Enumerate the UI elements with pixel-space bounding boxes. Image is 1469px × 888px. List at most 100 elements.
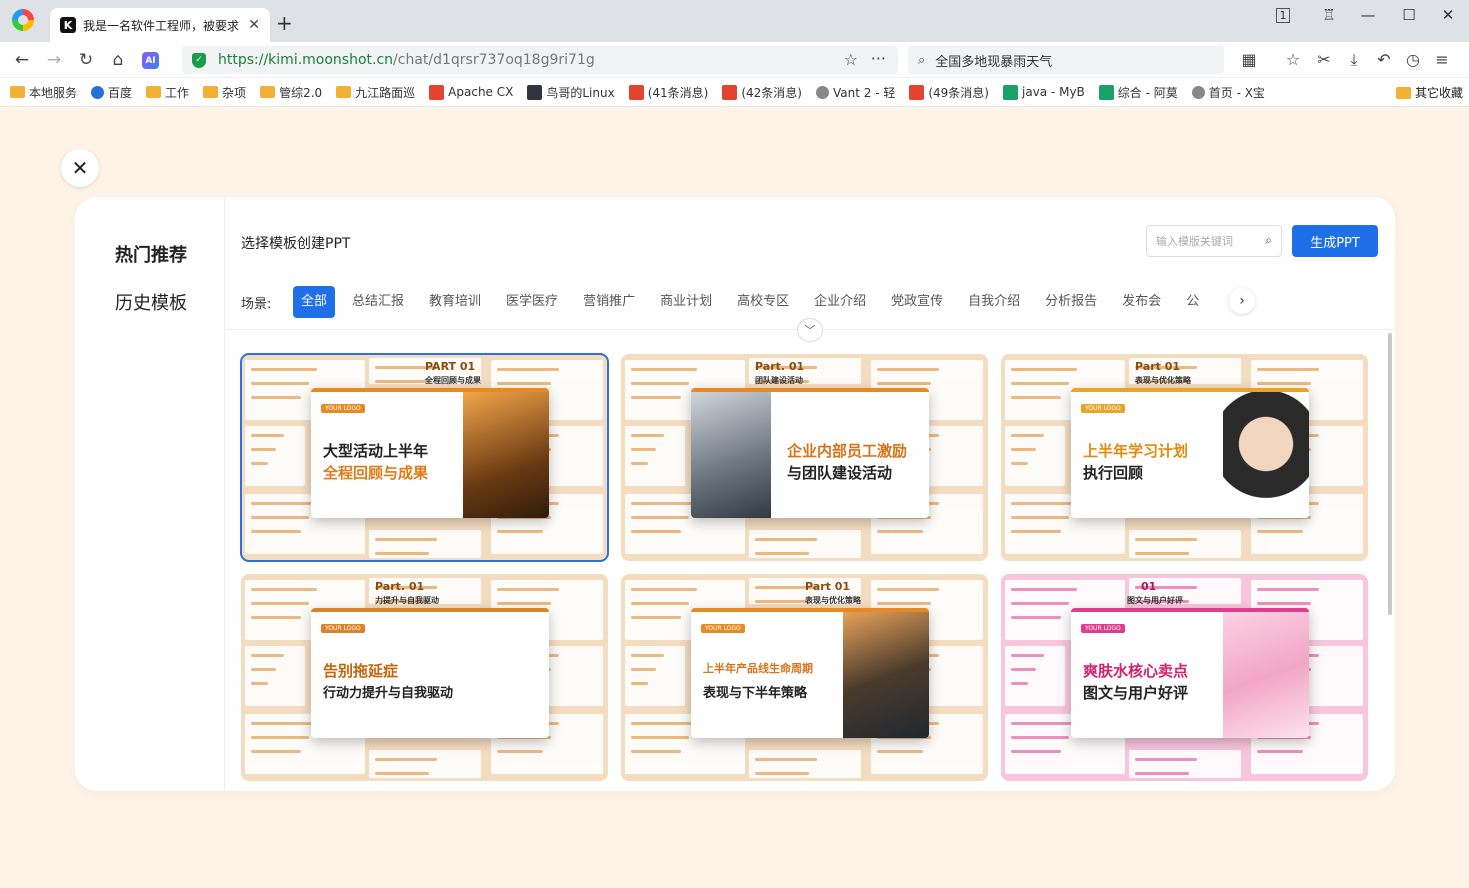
bookmark-item[interactable]: 鸟哥的Linux	[527, 84, 615, 101]
part-number: PART 01	[425, 360, 476, 373]
category-tab[interactable]: 商业计划	[652, 286, 720, 318]
other-bookmarks[interactable]: 其它收藏	[1395, 84, 1463, 101]
template-card[interactable]: Part. 01 力提升与自我驱动 YOUR LOGO 告别拖延症 行动力提升与自我驱动	[241, 574, 608, 781]
maximize-button[interactable]: ☐	[1397, 6, 1421, 24]
keyword-search-input[interactable]	[1156, 234, 1256, 248]
slide-content-bar	[631, 448, 656, 451]
your-logo-badge: YOUR LOGO	[321, 624, 365, 633]
history-icon[interactable]: ◷	[1402, 50, 1424, 69]
secure-shield-icon[interactable]: ✓	[192, 52, 206, 68]
slide-content-bar	[251, 654, 284, 657]
search-box[interactable]: ⌕ 全国多地现暴雨天气	[908, 46, 1224, 74]
folder-icon	[203, 86, 219, 98]
menu-icon[interactable]: ≡	[1431, 50, 1453, 69]
slide-content-bar	[631, 616, 681, 619]
forward-button[interactable]: →	[44, 50, 64, 70]
bookmark-item[interactable]: (49条消息)	[909, 84, 989, 101]
category-tab[interactable]: 党政宣传	[883, 286, 951, 318]
site-favicon-icon	[429, 84, 445, 100]
slide-content-bar	[375, 772, 429, 775]
slide-content-bar	[375, 380, 429, 383]
category-tab[interactable]: 高校专区	[729, 286, 797, 318]
sidebar-item-hot[interactable]: 热门推荐	[115, 241, 187, 267]
bookmark-item[interactable]: 管综2.0	[260, 84, 322, 101]
category-tab[interactable]: 全部	[293, 286, 336, 318]
scissors-icon[interactable]: ✂	[1313, 50, 1335, 69]
slide-content-bar	[251, 750, 301, 753]
background-slide-thumbnail	[749, 530, 861, 558]
bookmark-item[interactable]: java - MyB	[1002, 84, 1085, 100]
url-bar[interactable]: ✓ https://kimi.moonshot.cn/chat/d1qrsr73…	[182, 46, 898, 74]
bookmark-item[interactable]: 本地服务	[10, 84, 77, 101]
bookmark-item[interactable]: 九江路面巡	[336, 84, 415, 101]
template-card[interactable]: 01 图文与用户好评 YOUR LOGO 爽肤水核心卖点 图文与用户好评	[1001, 574, 1368, 781]
background-slide-thumbnail	[245, 426, 305, 486]
bookmark-item[interactable]: (42条消息)	[722, 84, 802, 101]
more-icon[interactable]: ···	[871, 49, 886, 68]
new-tab-button[interactable]: +	[276, 11, 293, 35]
scrollbar[interactable]	[1388, 333, 1392, 615]
slide-content-bar	[1011, 736, 1069, 739]
category-tabs: 全部 总结汇报 教育培训 医学医疗 营销推广 商业计划 高校专区 企业介绍 党政宣传 自我介绍 分析…	[293, 286, 1233, 318]
template-card[interactable]: Part 01 表现与优化策略 YOUR LOGO 上半年学习计划 执行回顾	[1001, 354, 1368, 561]
sidebar-item-history[interactable]: 历史模板	[115, 289, 187, 315]
browser-tab[interactable]: K 我是一名软件工程师，被要求 ✕	[50, 8, 270, 42]
category-tab[interactable]: 分析报告	[1037, 286, 1105, 318]
template-card[interactable]: PART 01 全程回顾与成果 YOUR LOGO 大型活动上半年 全程回顾与成果	[240, 353, 609, 562]
ai-assistant-icon[interactable]: AI	[142, 52, 159, 69]
window-close-button[interactable]: ✕	[1436, 6, 1460, 24]
undo-icon[interactable]: ↶	[1373, 50, 1395, 69]
category-tab[interactable]: 自我介绍	[960, 286, 1028, 318]
search-icon[interactable]: ⌕	[1265, 233, 1272, 248]
slide-content-bar	[497, 750, 543, 753]
cover-title-line1: 企业内部员工激励	[787, 442, 908, 460]
category-tab[interactable]: 企业介绍	[806, 286, 874, 318]
slide-content-bar	[877, 382, 931, 385]
slide-content-bar	[497, 588, 559, 591]
back-button[interactable]: ←	[12, 50, 32, 70]
cover-title-line1: 爽肤水核心卖点	[1083, 662, 1189, 680]
template-card[interactable]: Part 01 表现与优化策略 YOUR LOGO 上半年产品线生命周期 表现与下半年策…	[621, 574, 988, 781]
bookmark-star-icon[interactable]: ☆	[844, 50, 858, 69]
favorites-icon[interactable]: ☆	[1282, 50, 1304, 69]
expand-categories-icon[interactable]: ﹀	[797, 318, 823, 342]
category-tab[interactable]: 发布会	[1114, 286, 1169, 318]
generate-ppt-button[interactable]: 生成PPT	[1292, 225, 1378, 257]
tab-close-icon[interactable]: ✕	[248, 17, 260, 33]
bookmark-item[interactable]: 百度	[91, 84, 132, 101]
browser-logo-icon[interactable]	[12, 9, 34, 31]
bookmarks-bar: 本地服务 百度 工作 杂项 管综2.0 九江路面巡 Apache CX 鸟哥的Linux (41…	[0, 78, 1469, 107]
close-modal-button[interactable]: ✕	[61, 149, 99, 187]
apps-grid-icon[interactable]: ▦	[1238, 50, 1260, 69]
tab-counter[interactable]: 1	[1276, 8, 1290, 23]
bookmark-item[interactable]: 工作	[146, 84, 189, 101]
category-tab[interactable]: 公	[1178, 286, 1207, 318]
bookmark-item[interactable]: 首页 - X宝	[1191, 84, 1265, 101]
part-subtitle: 全程回顾与成果	[425, 376, 481, 385]
category-tab[interactable]: 教育培训	[421, 286, 489, 318]
minimize-button[interactable]: —	[1356, 6, 1380, 24]
bookmark-item[interactable]: (41条消息)	[628, 84, 708, 101]
template-card[interactable]: Part. 01 团队建设活动 企业内部员工激励 与团队建设活动	[621, 354, 988, 561]
category-tab[interactable]: 总结汇报	[344, 286, 412, 318]
category-next-icon[interactable]: ›	[1229, 288, 1255, 314]
cover-title-line1: 告别拖延症	[323, 662, 399, 680]
part-number: Part. 01	[375, 580, 425, 593]
slide-content-bar	[631, 750, 681, 753]
cosmetic-bottle-image	[1223, 612, 1309, 738]
slide-content-bar	[631, 654, 664, 657]
bookmark-item[interactable]: 综合 - 阿莫	[1098, 84, 1178, 101]
download-icon[interactable]: ⤓	[1343, 50, 1365, 70]
home-button[interactable]: ⌂	[108, 50, 128, 70]
category-tab[interactable]: 营销推广	[575, 286, 643, 318]
bookmark-item[interactable]: Apache CX	[429, 84, 513, 100]
category-tab[interactable]: 医学医疗	[498, 286, 566, 318]
background-slide-thumbnail	[1005, 646, 1065, 706]
bookmark-item[interactable]: Vant 2 - 轻	[815, 84, 895, 101]
bookmark-item[interactable]: 杂项	[203, 84, 246, 101]
background-slide-thumbnail	[625, 646, 685, 706]
refresh-button[interactable]: ↻	[76, 50, 96, 70]
slide-content-bar	[497, 368, 559, 371]
skin-icon[interactable]: ♖	[1317, 6, 1341, 24]
keyword-search-box[interactable]: ⌕	[1146, 225, 1282, 257]
